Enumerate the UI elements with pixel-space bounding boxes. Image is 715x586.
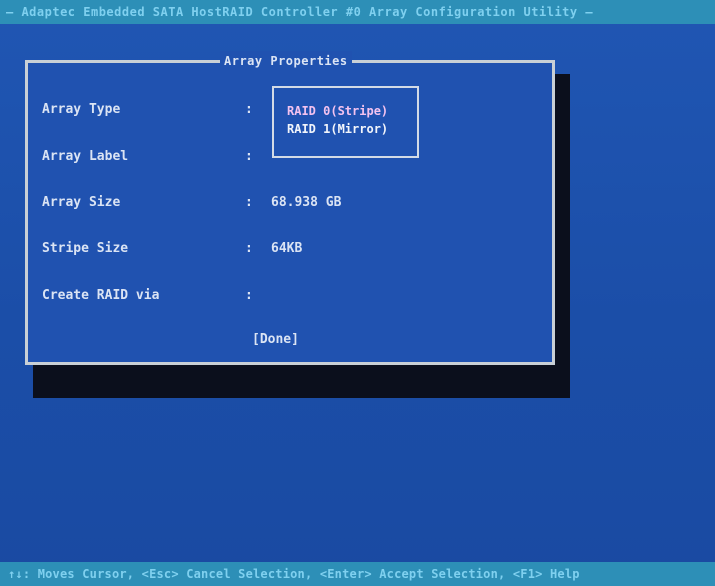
- array-properties-dialog: Array Properties Array Type : Array Labe…: [25, 51, 555, 365]
- dialog-title: Array Properties: [220, 51, 352, 71]
- status-bar: ↑↓: Moves Cursor, <Esc> Cancel Selection…: [0, 562, 715, 586]
- stripe-size-label: Stripe Size: [42, 241, 129, 256]
- array-type-dropdown[interactable]: RAID 0(Stripe) RAID 1(Mirror): [272, 86, 419, 158]
- raid-0-option[interactable]: RAID 0(Stripe): [287, 103, 388, 119]
- array-type-label: Array Type: [42, 102, 121, 117]
- title-bar: — Adaptec Embedded SATA HostRAID Control…: [0, 0, 715, 24]
- array-size-value: 68.938 GB: [271, 195, 342, 210]
- bios-screen: — Adaptec Embedded SATA HostRAID Control…: [0, 0, 715, 586]
- create-raid-via-label: Create RAID via: [42, 288, 160, 303]
- array-size-colon: :: [245, 195, 253, 210]
- create-raid-via-colon: :: [245, 288, 253, 303]
- array-type-colon: :: [245, 102, 253, 117]
- array-label-colon: :: [245, 149, 253, 164]
- title-bar-text: — Adaptec Embedded SATA HostRAID Control…: [6, 5, 594, 19]
- raid-1-option[interactable]: RAID 1(Mirror): [287, 121, 388, 137]
- array-size-label: Array Size: [42, 195, 121, 210]
- stripe-size-colon: :: [245, 241, 253, 256]
- array-label-label: Array Label: [42, 149, 129, 164]
- done-button[interactable]: [Done]: [252, 331, 299, 349]
- stripe-size-value: 64KB: [271, 241, 303, 256]
